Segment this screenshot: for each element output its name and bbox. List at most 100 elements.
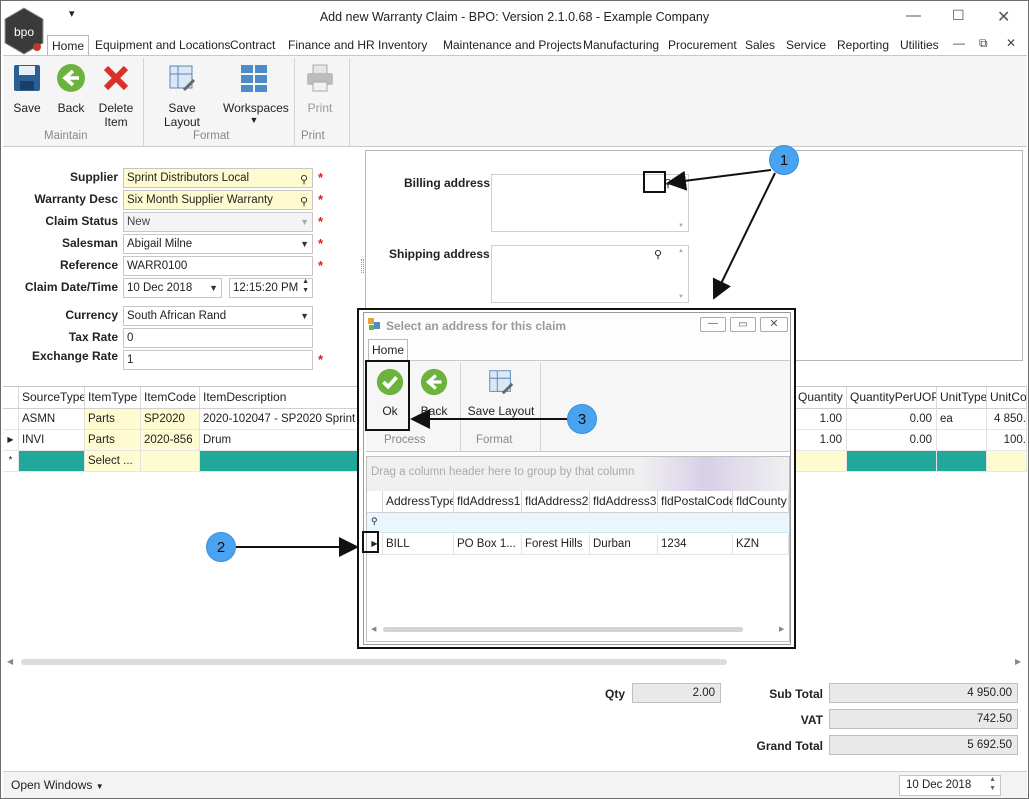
scroll-up-icon[interactable]: ▲ — [678, 248, 684, 254]
chevron-down-icon[interactable]: ▼ — [300, 307, 309, 325]
horizontal-scrollbar[interactable] — [21, 659, 727, 665]
scroll-up-icon[interactable]: ▲ — [678, 177, 684, 183]
chevron-down-icon[interactable]: ▼ — [209, 279, 218, 297]
exchange-rate-field[interactable]: 1 — [123, 350, 313, 370]
workspaces-button[interactable]: Workspaces ▼ — [223, 62, 289, 125]
highlight-search-icon — [643, 171, 666, 193]
tab-maintenance[interactable]: Maintenance and Projects — [441, 35, 584, 56]
back-arrow-icon — [57, 64, 85, 92]
column-header[interactable]: QuantityPerUOP — [847, 387, 937, 409]
close-icon[interactable]: ✕ — [997, 7, 1010, 27]
spin-icon[interactable]: ▲ ▼ — [302, 277, 309, 295]
claim-time-field[interactable]: 12:15:20 PM ▲ ▼ — [229, 278, 313, 298]
warranty-desc-label: Warranty Desc — [34, 192, 118, 206]
save-button[interactable]: Save — [9, 62, 45, 115]
currency-field[interactable]: South African Rand ▼ — [123, 306, 313, 326]
save-layout-icon — [489, 370, 514, 395]
shipping-address-field[interactable]: ⚲ ▲ ▼ — [491, 245, 689, 303]
minimize-icon[interactable]: — — [906, 7, 921, 24]
save-layout-button[interactable]: Save Layout — [150, 62, 214, 129]
row-indicator-header — [3, 387, 19, 409]
scroll-right-icon[interactable]: ▶ — [1015, 657, 1021, 666]
column-header[interactable]: ItemDescription — [200, 387, 360, 409]
tab-service[interactable]: Service — [784, 35, 828, 56]
dialog-save-layout-button[interactable]: Save Layout — [466, 367, 536, 418]
qty-value: 2.00 — [632, 683, 721, 703]
claim-date-field[interactable]: 10 Dec 2018 ▼ — [123, 278, 222, 298]
scroll-down-icon[interactable]: ▼ — [678, 294, 684, 300]
scroll-left-icon[interactable]: ◀ — [7, 657, 13, 666]
claim-status-field[interactable]: New ▼ — [123, 212, 313, 232]
search-icon[interactable]: ⚲ — [654, 248, 662, 261]
column-header[interactable]: fldAddress2 — [522, 491, 590, 513]
mdi-close-icon[interactable]: ✕ — [1006, 36, 1016, 50]
column-header[interactable]: UnitCos — [987, 387, 1027, 409]
open-windows-button[interactable]: Open Windows ▼ — [11, 778, 104, 792]
tab-utilities[interactable]: Utilities — [898, 35, 941, 56]
column-header[interactable]: fldCounty — [733, 491, 789, 513]
spin-icon[interactable]: ▲ ▼ — [989, 775, 996, 793]
printer-icon — [307, 64, 333, 92]
status-date-field[interactable]: 10 Dec 2018 ▲ ▼ — [899, 775, 1001, 796]
dialog-back-button[interactable]: Back — [416, 367, 452, 418]
column-header[interactable]: ItemType — [85, 387, 141, 409]
delete-item-button[interactable]: Delete Item — [95, 62, 137, 129]
tax-rate-label: Tax Rate — [68, 330, 118, 344]
column-header[interactable]: ItemCode — [141, 387, 200, 409]
search-icon[interactable]: ⚲ — [300, 193, 308, 211]
status-bar: Open Windows ▼ 10 Dec 2018 ▲ ▼ — [3, 771, 1027, 798]
mdi-minimize-icon[interactable]: — — [953, 36, 965, 50]
tab-manufacturing[interactable]: Manufacturing — [581, 35, 661, 56]
tab-finance[interactable]: Finance and HR — [286, 35, 377, 56]
callout-2: 2 — [206, 532, 236, 562]
tab-home[interactable]: Home — [47, 35, 90, 56]
scroll-right-icon[interactable]: ▶ — [779, 625, 784, 633]
salesman-field[interactable]: Abigail Milne ▼ — [123, 234, 313, 254]
required-marker: * — [318, 214, 324, 229]
dialog-app-icon — [368, 318, 380, 330]
vat-label: VAT — [800, 713, 823, 727]
tax-rate-field[interactable]: 0 — [123, 328, 313, 348]
chevron-down-icon[interactable]: ▼ — [300, 235, 309, 253]
filter-row[interactable]: ⚲ — [367, 513, 789, 533]
tab-contract[interactable]: Contract — [228, 35, 277, 56]
highlight-ok-button — [365, 360, 410, 431]
column-header[interactable]: fldAddress1 — [454, 491, 522, 513]
column-header[interactable]: fldAddress3 — [590, 491, 658, 513]
tab-reporting[interactable]: Reporting — [835, 35, 891, 56]
supplier-field[interactable]: Sprint Distributors Local ⚲ — [123, 168, 313, 188]
currency-label: Currency — [65, 308, 118, 322]
column-header[interactable]: AddressType — [383, 491, 454, 513]
callout-3: 3 — [567, 404, 597, 434]
print-button[interactable]: Print — [301, 62, 339, 115]
dialog-maximize-icon[interactable]: ▭ — [730, 317, 756, 332]
tab-sales[interactable]: Sales — [743, 35, 777, 56]
subtotal-label: Sub Total — [769, 687, 823, 701]
tab-inventory[interactable]: Inventory — [376, 35, 429, 56]
shipping-address-label: Shipping address — [389, 247, 490, 261]
dialog-close-icon[interactable]: ✕ — [760, 317, 788, 332]
scroll-left-icon[interactable]: ◀ — [371, 625, 376, 633]
required-marker: * — [318, 192, 324, 207]
column-header[interactable]: fldPostalCode — [658, 491, 733, 513]
splitter-handle[interactable] — [361, 259, 364, 273]
dialog-tab-home[interactable]: Home — [368, 339, 408, 361]
reference-label: Reference — [59, 258, 118, 272]
tab-procurement[interactable]: Procurement — [666, 35, 739, 56]
tab-equipment[interactable]: Equipment and Locations — [93, 35, 232, 56]
group-by-panel[interactable]: Drag a column header here to group by th… — [367, 457, 789, 491]
horizontal-scrollbar[interactable] — [383, 627, 743, 632]
column-header[interactable]: SourceType — [19, 387, 85, 409]
column-header[interactable]: UnitType — [937, 387, 987, 409]
dialog-minimize-icon[interactable]: — — [700, 317, 726, 332]
qty-label: Qty — [604, 687, 625, 701]
column-header[interactable]: Quantity — [795, 387, 847, 409]
reference-field[interactable]: WARR0100 — [123, 256, 313, 276]
warranty-desc-field[interactable]: Six Month Supplier Warranty ⚲ — [123, 190, 313, 210]
workspaces-dropdown-icon: ▼ — [249, 115, 259, 125]
mdi-restore-icon[interactable]: ⧉ — [979, 36, 988, 51]
maximize-icon[interactable]: ☐ — [952, 7, 965, 24]
search-icon[interactable]: ⚲ — [300, 171, 308, 189]
scroll-down-icon[interactable]: ▼ — [678, 223, 684, 229]
back-button[interactable]: Back — [53, 62, 89, 115]
